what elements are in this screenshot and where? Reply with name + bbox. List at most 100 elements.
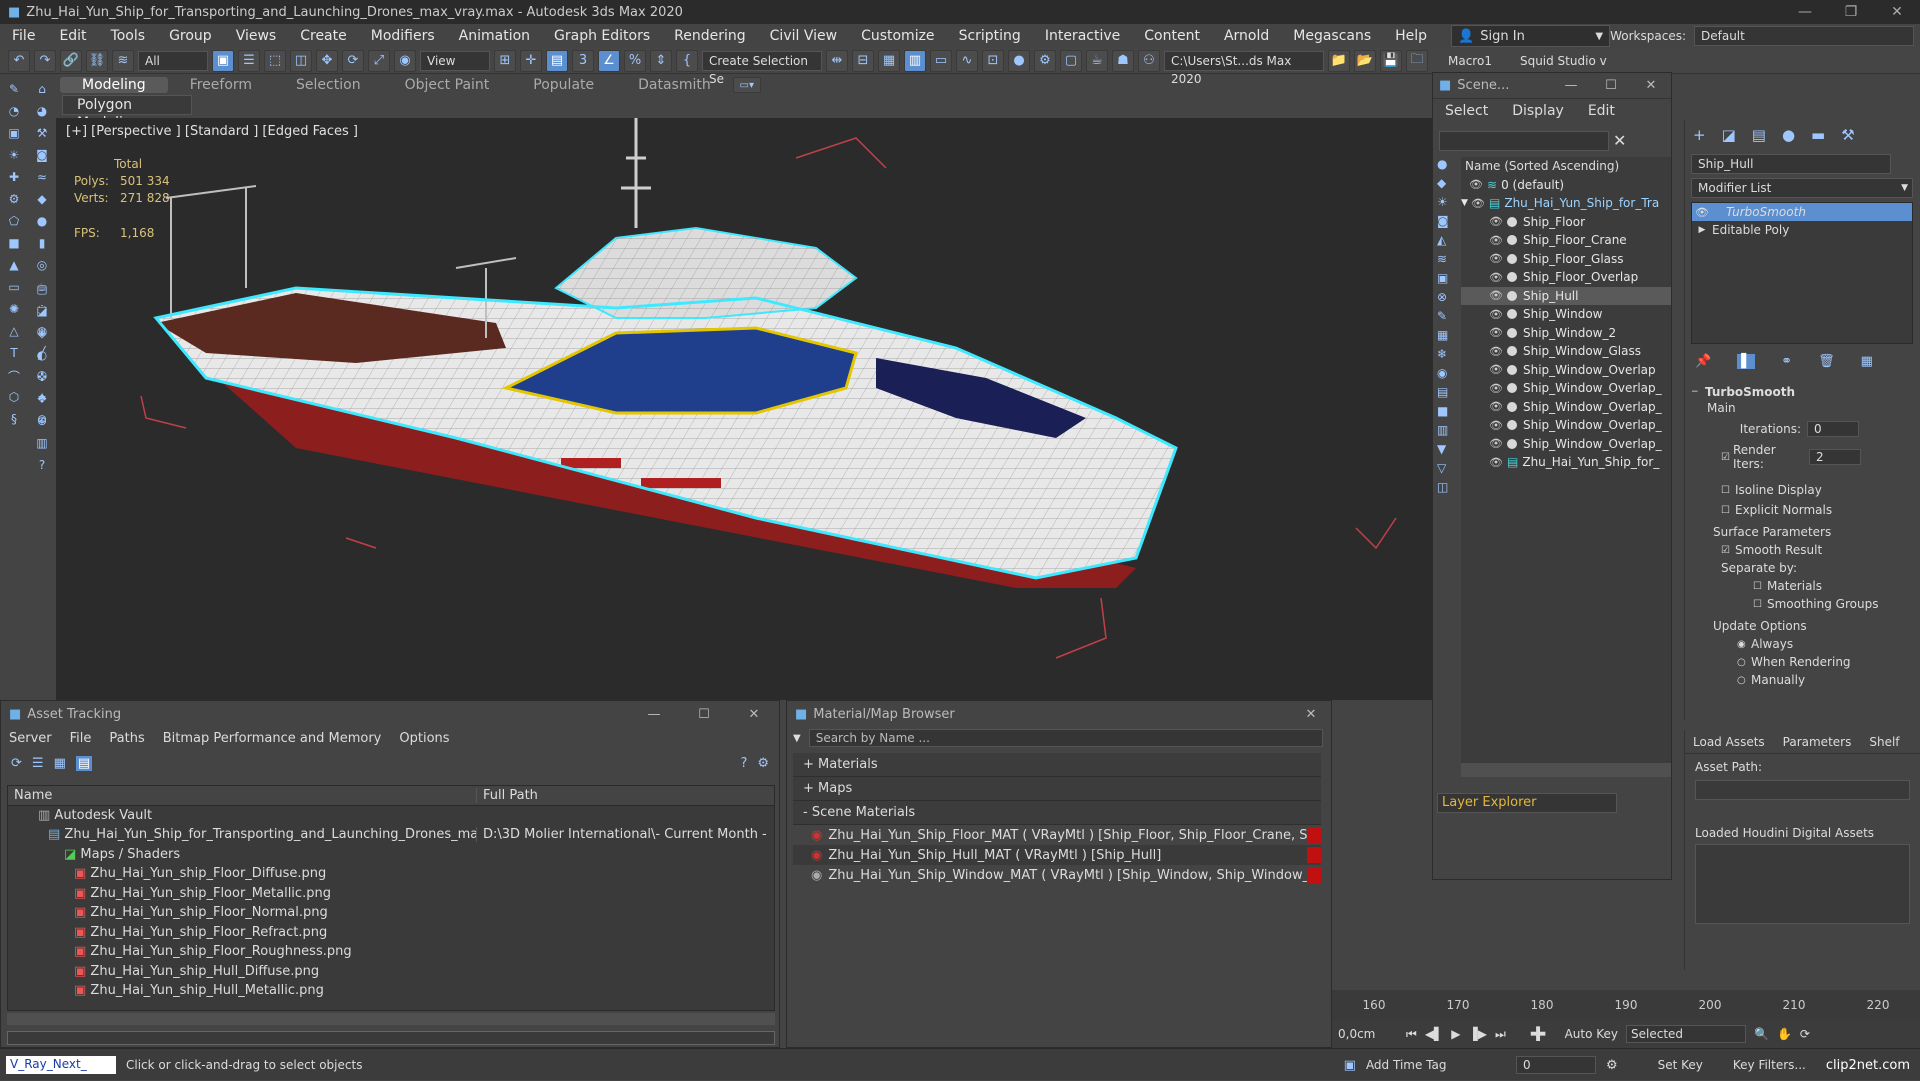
horizontal-scrollbar[interactable] xyxy=(1461,763,1671,777)
add-key-icon[interactable]: ✚ xyxy=(1530,1022,1547,1046)
tree-item[interactable]: 👁 Ship_Window_Overlap xyxy=(1461,361,1671,380)
ribbon-options-icon[interactable]: ▭▾ xyxy=(732,77,761,93)
material-item[interactable]: ◉ Zhu_Hai_Yun_Ship_Hull_MAT ( VRayMtl ) [… xyxy=(793,845,1321,865)
minimize-button[interactable]: — xyxy=(1551,78,1591,93)
workspace-dropdown[interactable]: Default xyxy=(1694,26,1914,46)
houdini-assets-list[interactable] xyxy=(1695,844,1910,924)
unlink-icon[interactable]: ⛓ xyxy=(86,49,108,72)
rect-selection-icon[interactable]: ⬚ xyxy=(264,49,286,72)
scene-menu-edit[interactable]: Edit xyxy=(1588,103,1615,119)
refresh-icon[interactable]: ⟳ xyxy=(11,756,22,771)
table-row[interactable]: ▣ Zhu_Hai_Yun_ship_Floor_Metallic.png xyxy=(8,884,774,904)
maximize-button[interactable]: ☐ xyxy=(1591,78,1631,93)
asset-menu-paths[interactable]: Paths xyxy=(109,731,144,746)
scale-icon[interactable]: ⤢ xyxy=(368,49,390,72)
close-button[interactable]: ✕ xyxy=(1631,78,1671,93)
stack-item-editable-poly[interactable]: ▶ Editable Poly xyxy=(1692,221,1912,239)
time-config-icon[interactable]: ⚙ xyxy=(1606,1058,1618,1073)
systems-icon[interactable]: ⚙ xyxy=(4,192,24,210)
scene-menu-select[interactable]: Select xyxy=(1445,103,1488,119)
window-crossing-icon[interactable]: ◫ xyxy=(290,49,312,72)
ribbon-tab-datasmith[interactable]: Datasmith xyxy=(616,77,733,93)
cylinder-icon[interactable]: ▮ xyxy=(32,236,52,254)
eye-icon[interactable]: 👁 xyxy=(1489,400,1503,413)
schematic-view-icon[interactable]: ⊡ xyxy=(982,49,1004,72)
display-none-icon[interactable]: ■ xyxy=(1437,404,1457,418)
play-icon[interactable]: ▶ xyxy=(1451,1027,1460,1041)
motion-tab-icon[interactable]: ● xyxy=(1782,126,1795,144)
display-cameras-icon[interactable]: ◙ xyxy=(1437,214,1457,228)
edit-named-sel-icon[interactable]: { xyxy=(676,49,698,72)
eye-icon[interactable]: 👁 xyxy=(1489,382,1503,395)
menu-content[interactable]: Content xyxy=(1132,28,1212,44)
material-search-input[interactable]: Search by Name ... xyxy=(808,729,1323,747)
project-open-icon[interactable]: 📂 xyxy=(1354,49,1376,72)
eye-icon[interactable]: 👁 xyxy=(1489,326,1503,339)
always-radio[interactable]: ◉ xyxy=(1737,639,1751,650)
clear-search-icon[interactable]: ✕ xyxy=(1613,131,1626,150)
tree-item[interactable]: 👁 Ship_Floor_Crane xyxy=(1461,231,1671,250)
render-activeshade-icon[interactable]: ⚇ xyxy=(1138,49,1160,72)
make-unique-icon[interactable]: ⚭ xyxy=(1781,354,1792,369)
camera-icon[interactable]: ◙ xyxy=(32,148,52,166)
ribbon-tab-object-paint[interactable]: Object Paint xyxy=(383,77,512,93)
project-folder-icon[interactable]: 📁 xyxy=(1328,49,1350,72)
display-xrefs-icon[interactable]: ⊗ xyxy=(1437,290,1457,304)
menu-graph-editors[interactable]: Graph Editors xyxy=(542,28,662,44)
asset-horizontal-scrollbar[interactable] xyxy=(7,1013,775,1025)
pin-stack-icon[interactable]: 📌 xyxy=(1695,354,1711,369)
go-to-start-icon[interactable]: ⏮ xyxy=(1406,1027,1417,1042)
display-frozen-icon[interactable]: ❄ xyxy=(1437,347,1457,361)
box-icon[interactable]: ■ xyxy=(4,236,24,254)
viewport-tool-6-icon[interactable]: ❖ xyxy=(32,392,52,410)
table-view-icon[interactable]: ▤ xyxy=(75,755,93,771)
eye-icon[interactable]: 👁 xyxy=(1489,437,1503,450)
eye-icon[interactable]: 👁 xyxy=(1489,456,1503,469)
key-filters-button[interactable]: Key Filters... xyxy=(1733,1058,1806,1072)
frame-spinner[interactable]: 0 xyxy=(1515,1056,1596,1074)
materials-checkbox[interactable]: ☐ xyxy=(1753,581,1767,592)
display-groups-icon[interactable]: ▣ xyxy=(1437,271,1457,285)
eye-icon[interactable]: 👁 xyxy=(1469,178,1483,191)
menu-tools[interactable]: Tools xyxy=(99,28,158,44)
table-row[interactable]: ▣ Zhu_Hai_Yun_ship_Floor_Roughness.png xyxy=(8,942,774,962)
eye-icon[interactable]: 👁 xyxy=(1489,234,1503,247)
render-setup-icon[interactable]: ⚙ xyxy=(1034,49,1056,72)
viewport-tool-3-icon[interactable]: ◈ xyxy=(32,326,52,344)
align-icon[interactable]: ⊟ xyxy=(852,49,874,72)
rendered-frame-icon[interactable]: ▢ xyxy=(1060,49,1082,72)
chevron-down-icon[interactable]: ▼ xyxy=(793,733,801,744)
light-icon[interactable]: ☀ xyxy=(4,148,24,166)
toggle-scene-explorer-icon[interactable]: ▦ xyxy=(878,49,900,72)
viewport-tool-9-icon[interactable]: ? xyxy=(32,458,52,476)
pyramid-icon[interactable]: △ xyxy=(4,324,24,342)
display-helpers-icon[interactable]: ◭ xyxy=(1437,233,1457,247)
help-icon[interactable]: ? xyxy=(740,756,747,771)
add-time-tag-label[interactable]: Add Time Tag xyxy=(1366,1058,1466,1072)
percent-snap-icon[interactable]: % xyxy=(624,49,646,72)
auto-key-button[interactable]: Auto Key xyxy=(1565,1027,1618,1041)
viewport-tool-5-icon[interactable]: ✜ xyxy=(32,370,52,388)
render-production-icon[interactable]: ☕ xyxy=(1086,49,1108,72)
viewport-tool-2-icon[interactable]: ◪ xyxy=(32,304,52,322)
maximize-button[interactable]: ☐ xyxy=(679,707,729,722)
explicit-normals-checkbox[interactable]: ☐ xyxy=(1721,505,1735,516)
create-icon[interactable]: ✎ xyxy=(4,82,24,100)
table-row[interactable]: ▣ Zhu_Hai_Yun_ship_Floor_Normal.png xyxy=(8,903,774,923)
tree-item[interactable]: 👁 ▤ Zhu_Hai_Yun_Ship_for_ xyxy=(1461,453,1671,472)
tab-parameters[interactable]: Parameters xyxy=(1783,735,1852,749)
material-editor-icon[interactable]: ● xyxy=(1008,49,1030,72)
table-row[interactable]: ▣ Zhu_Hai_Yun_ship_Floor_Diffuse.png xyxy=(8,864,774,884)
perspective-viewport[interactable]: [+] [Perspective ] [Standard ] [Edged Fa… xyxy=(56,118,1436,700)
angle-snap-icon[interactable]: ∠ xyxy=(598,49,620,72)
menu-views[interactable]: Views xyxy=(224,28,289,44)
tree-item[interactable]: 👁 Ship_Window xyxy=(1461,305,1671,324)
maxscript-listener[interactable]: V_Ray_Next_ xyxy=(6,1056,116,1074)
stack-item-turbosmooth[interactable]: 👁 TurboSmooth xyxy=(1692,203,1912,221)
tree-item[interactable]: 👁 Ship_Window_Overlap_ xyxy=(1461,416,1671,435)
create-tab-icon[interactable]: + xyxy=(1693,126,1706,144)
close-button[interactable]: ✕ xyxy=(729,707,779,722)
hierarchy-tab-icon[interactable]: ▤ xyxy=(1752,126,1766,144)
tree-item-layer-default[interactable]: 👁 ≋ 0 (default) xyxy=(1461,176,1671,195)
tree-item[interactable]: 👁 Ship_Floor_Overlap xyxy=(1461,268,1671,287)
